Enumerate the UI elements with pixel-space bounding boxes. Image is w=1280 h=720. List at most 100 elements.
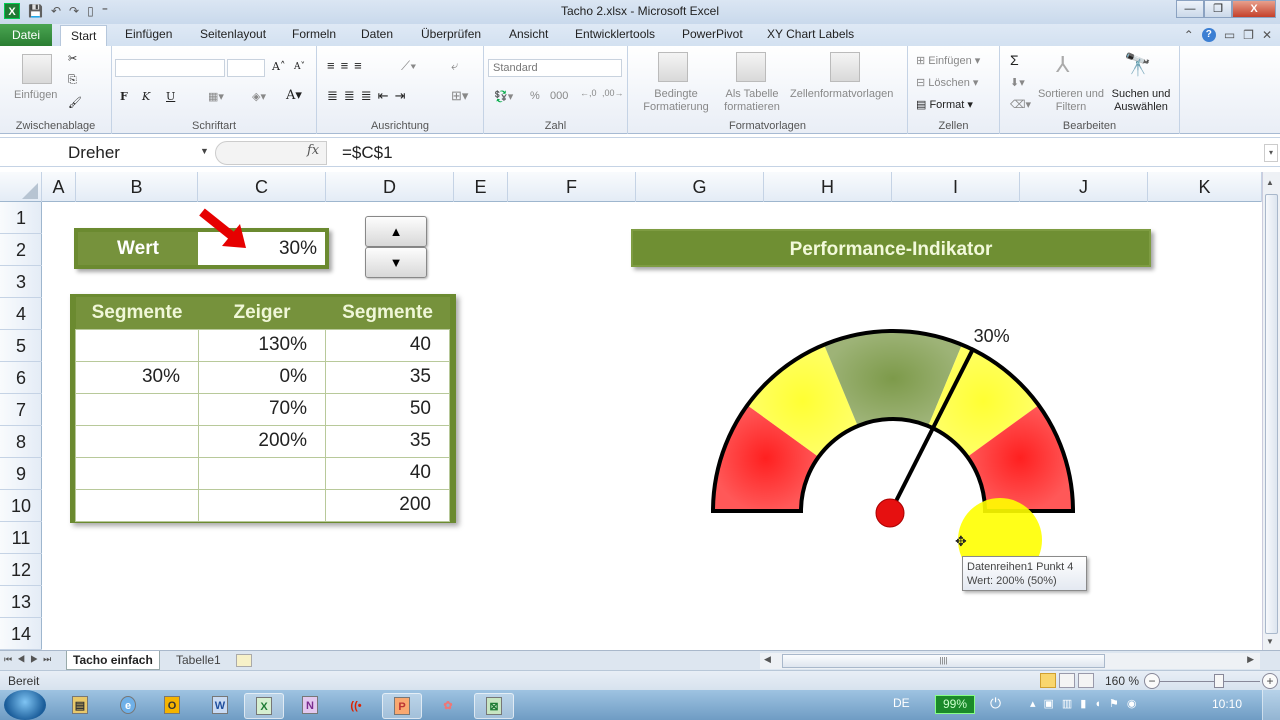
orientation-icon[interactable]: ⟋▾ bbox=[401, 58, 416, 74]
battery-indicator[interactable]: 99% bbox=[935, 695, 975, 714]
tab-daten[interactable]: Daten bbox=[361, 27, 393, 41]
grow-font-icon[interactable]: A˄ bbox=[272, 60, 285, 73]
spin-up-button[interactable]: ▲ bbox=[365, 216, 427, 247]
shrink-font-icon[interactable]: A˅ bbox=[294, 62, 305, 72]
format-painter-icon[interactable]: 🖌 bbox=[68, 96, 82, 109]
new-sheet-icon[interactable] bbox=[236, 654, 252, 667]
horizontal-scroll-thumb[interactable]: |||| bbox=[782, 654, 1105, 668]
table-cell[interactable] bbox=[198, 456, 326, 490]
needle-pivot[interactable] bbox=[875, 498, 905, 528]
page-layout-view-icon[interactable] bbox=[1059, 673, 1075, 688]
table-header[interactable]: Segmente bbox=[75, 297, 199, 329]
vertical-align-icons[interactable]: ≡≡≡ bbox=[327, 58, 368, 73]
name-box-dropdown-icon[interactable]: ▼ bbox=[200, 146, 209, 156]
table-cell[interactable]: 40 bbox=[325, 328, 450, 362]
taskbar-snipping[interactable]: ✿ bbox=[428, 693, 468, 719]
find-select-button[interactable]: Suchen und Auswählen bbox=[1106, 88, 1176, 114]
name-box[interactable]: Dreher bbox=[0, 140, 212, 166]
table-cell[interactable] bbox=[75, 488, 199, 522]
table-cell[interactable] bbox=[75, 424, 199, 458]
language-indicator[interactable]: DE bbox=[893, 696, 910, 710]
horizontal-scrollbar[interactable]: ◀ |||| ▶ bbox=[760, 653, 1260, 669]
fill-color-icon[interactable]: ◈▾ bbox=[252, 90, 266, 103]
taskbar-explorer[interactable]: ▤ bbox=[60, 693, 100, 719]
table-cell[interactable]: 50 bbox=[325, 392, 450, 426]
expand-formula-bar-icon[interactable]: ▾ bbox=[1264, 144, 1278, 162]
taskbar-outlook[interactable]: O bbox=[152, 693, 192, 719]
table-cell[interactable]: 130% bbox=[198, 328, 326, 362]
row-header[interactable]: 14 bbox=[0, 618, 42, 650]
thousands-button[interactable]: 000 bbox=[550, 90, 568, 102]
scroll-left-icon[interactable]: ◀ bbox=[764, 654, 771, 665]
row-header[interactable]: 1 bbox=[0, 202, 42, 234]
scroll-up-icon[interactable]: ▲ bbox=[1266, 178, 1274, 187]
format-as-table-button[interactable]: Als Tabelle formatieren bbox=[718, 88, 786, 114]
conditional-format-button[interactable]: Bedingte Formatierung bbox=[636, 88, 716, 114]
row-header[interactable]: 5 bbox=[0, 330, 42, 362]
insert-function-icon[interactable]: fx bbox=[307, 143, 319, 158]
sheet-tab-active[interactable]: Tacho einfach bbox=[66, 651, 160, 670]
table-cell[interactable]: 200 bbox=[325, 488, 450, 522]
column-header[interactable]: C bbox=[198, 172, 326, 202]
row-header[interactable]: 9 bbox=[0, 458, 42, 490]
sheet-nav-buttons[interactable]: ⏮◀▶⏭ bbox=[4, 654, 56, 665]
row-header[interactable]: 8 bbox=[0, 426, 42, 458]
doc-minimize-icon[interactable]: ▭ bbox=[1224, 28, 1235, 42]
show-desktop-button[interactable] bbox=[1262, 690, 1280, 720]
row-header[interactable]: 3 bbox=[0, 266, 42, 298]
table-cell[interactable] bbox=[75, 328, 199, 362]
sort-filter-button[interactable]: Sortieren und Filtern bbox=[1036, 88, 1106, 114]
column-header[interactable]: K bbox=[1148, 172, 1262, 202]
font-name-combo[interactable] bbox=[115, 59, 225, 77]
decrease-decimal-icon[interactable]: ,00→ bbox=[602, 88, 624, 98]
tab-xy-chart-labels[interactable]: XY Chart Labels bbox=[767, 27, 854, 41]
page-break-view-icon[interactable] bbox=[1078, 673, 1094, 688]
borders-icon[interactable]: ▦▾ bbox=[208, 90, 224, 103]
row-header[interactable]: 13 bbox=[0, 586, 42, 618]
tab-powerpivot[interactable]: PowerPivot bbox=[682, 27, 743, 41]
underline-button[interactable]: U bbox=[166, 90, 175, 103]
column-header[interactable]: D bbox=[326, 172, 454, 202]
currency-icon[interactable]: 💱▾ bbox=[494, 90, 513, 103]
sort-filter-icon[interactable]: ⅄ bbox=[1056, 52, 1086, 82]
format-as-table-icon[interactable] bbox=[736, 52, 766, 82]
merge-cells-icon[interactable]: ⊞▾ bbox=[451, 88, 468, 104]
tab-einfuegen[interactable]: Einfügen bbox=[125, 27, 172, 41]
tab-datei[interactable]: Datei bbox=[0, 24, 52, 46]
row-header[interactable]: 7 bbox=[0, 394, 42, 426]
row-header[interactable]: 4 bbox=[0, 298, 42, 330]
table-cell[interactable]: 35 bbox=[325, 360, 450, 394]
row-header[interactable]: 10 bbox=[0, 490, 42, 522]
paste-icon[interactable] bbox=[22, 54, 52, 84]
row-header[interactable]: 6 bbox=[0, 362, 42, 394]
start-button[interactable] bbox=[4, 690, 46, 720]
zoom-slider-knob[interactable] bbox=[1214, 674, 1224, 688]
table-cell[interactable] bbox=[75, 392, 199, 426]
zoom-slider[interactable] bbox=[1160, 681, 1260, 682]
select-all-corner[interactable] bbox=[0, 172, 42, 202]
close-button[interactable]: X bbox=[1232, 0, 1276, 18]
tray-icons[interactable]: ▴▣▥▮◖⚑◉ bbox=[1030, 697, 1144, 710]
cut-icon[interactable]: ✂ bbox=[68, 52, 77, 65]
table-cell[interactable]: 200% bbox=[198, 424, 326, 458]
column-header[interactable]: E bbox=[454, 172, 508, 202]
row-header[interactable]: 2 bbox=[0, 234, 42, 266]
taskbar-powerpoint[interactable]: P bbox=[382, 693, 422, 719]
taskbar-word[interactable]: W bbox=[200, 693, 240, 719]
zoom-in-icon[interactable]: + bbox=[1262, 673, 1278, 689]
table-cell[interactable]: 40 bbox=[325, 456, 450, 490]
column-header[interactable]: A bbox=[42, 172, 76, 202]
font-size-combo[interactable] bbox=[227, 59, 265, 77]
vertical-scroll-thumb[interactable] bbox=[1265, 194, 1278, 634]
taskbar-ie[interactable]: e bbox=[108, 693, 148, 719]
fill-icon[interactable]: ⬇▾ bbox=[1010, 76, 1025, 89]
chart-title[interactable]: Performance-Indikator bbox=[631, 229, 1151, 267]
taskbar-excel[interactable]: X bbox=[244, 693, 284, 719]
format-cells-button[interactable]: ▤ Format ▾ bbox=[916, 98, 973, 111]
insert-cells-button[interactable]: ⊞ Einfügen ▾ bbox=[916, 54, 980, 67]
wrap-text-icon[interactable]: ⤶ bbox=[451, 58, 458, 74]
doc-close-icon[interactable]: ✕ bbox=[1262, 28, 1272, 42]
find-binoculars-icon[interactable]: 🔭 bbox=[1124, 52, 1154, 82]
delete-cells-button[interactable]: ⊟ Löschen ▾ bbox=[916, 76, 978, 89]
spin-down-button[interactable]: ▼ bbox=[365, 247, 427, 278]
